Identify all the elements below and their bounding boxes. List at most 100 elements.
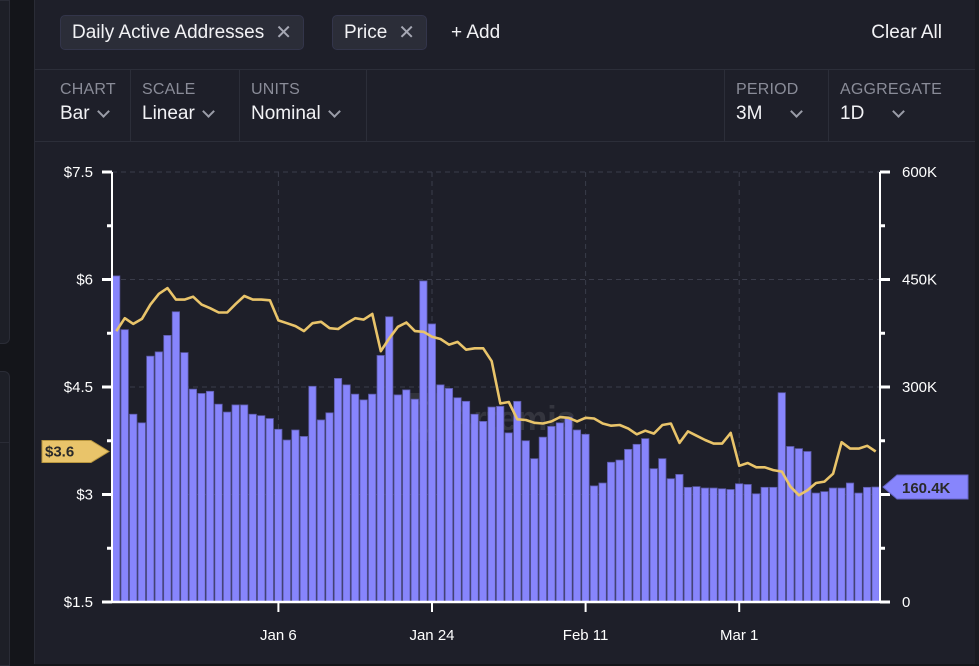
y-right-tick-label: 450K: [902, 272, 937, 289]
daa-bar: [427, 323, 436, 603]
divider: [366, 70, 367, 141]
daa-bar: [274, 428, 283, 603]
close-icon[interactable]: ✕: [275, 23, 292, 43]
daa-bar: [649, 468, 658, 603]
chart-canvas[interactable]: Artemis $1.5$3$4.5$6$7.50150K300K450K600…: [35, 141, 979, 664]
daa-bar: [624, 448, 633, 603]
daa-bar: [461, 400, 471, 603]
daa-bar: [777, 392, 786, 603]
divider: [239, 70, 240, 141]
daa-bar: [786, 446, 795, 603]
daa-bar: [291, 429, 300, 603]
daa-bar: [538, 436, 547, 603]
daa-bar: [487, 406, 496, 603]
y-right-tick-label: 600K: [902, 164, 937, 181]
daa-current-label: 160.4K: [902, 480, 951, 497]
daa-bar: [845, 482, 855, 603]
daa-bar: [555, 422, 564, 603]
daa-bar: [444, 388, 454, 603]
daa-bar: [692, 486, 701, 603]
aggregate-dropdown[interactable]: AGGREGATE 1D: [840, 70, 942, 141]
daa-bar: [436, 384, 445, 603]
daa-bar: [333, 377, 343, 603]
daa-current-marker: 160.4K: [882, 474, 969, 500]
daa-bar: [180, 352, 189, 603]
daa-bar: [837, 487, 846, 603]
daa-bar: [854, 492, 863, 603]
y-left-tick-label: $6: [76, 272, 93, 289]
control-label: PERIOD: [736, 81, 799, 98]
daa-bar: [572, 429, 582, 603]
x-tick-label: Mar 1: [720, 627, 758, 644]
control-value: Bar: [60, 103, 90, 124]
side-card: [0, 0, 10, 344]
daa-bar: [154, 351, 163, 603]
daa-bar: [325, 412, 334, 603]
daa-bar: [513, 400, 522, 603]
daa-bar: [820, 491, 829, 603]
daa-bar: [496, 405, 505, 603]
daa-bar: [521, 440, 530, 603]
daa-bar: [504, 432, 513, 603]
daa-bar: [359, 399, 368, 603]
daa-bar: [658, 458, 667, 603]
control-value: 3M: [736, 103, 763, 124]
daa-bar: [530, 458, 539, 603]
side-card: [0, 371, 10, 666]
chevron-down-icon: [790, 105, 804, 118]
daa-bar: [393, 394, 402, 603]
price-current-label: $3.6: [45, 444, 74, 461]
daa-bar: [205, 390, 215, 603]
daa-bar: [385, 316, 394, 603]
chart-type-dropdown[interactable]: CHART Bar: [60, 70, 116, 141]
chart-controls: CHART Bar SCALE Linear UNITS Nominal PER…: [35, 70, 979, 142]
daa-bar: [453, 397, 462, 603]
daa-bar: [760, 486, 769, 603]
daa-bar: [351, 393, 360, 603]
x-tick-label: Jan 24: [409, 627, 454, 644]
daa-bar: [112, 275, 121, 603]
control-value: Nominal: [251, 103, 321, 124]
price-current-marker: $3.6: [41, 440, 110, 463]
daa-bar: [231, 404, 240, 603]
scale-dropdown[interactable]: SCALE Linear: [142, 70, 215, 141]
y-left-tick-label: $4.5: [64, 379, 93, 396]
daa-bar: [666, 478, 675, 603]
chip-label: Price: [344, 21, 388, 43]
y-left-tick-label: $3: [76, 487, 93, 504]
y-right-tick-label: 0: [902, 594, 910, 611]
clear-all-button[interactable]: Clear All: [871, 22, 942, 44]
control-label: AGGREGATE: [840, 81, 942, 98]
daa-bar: [197, 393, 206, 603]
control-label: UNITS: [251, 81, 300, 98]
daa-bar: [470, 413, 479, 603]
daa-bar: [257, 415, 266, 603]
chevron-down-icon: [892, 105, 906, 118]
daa-bar: [717, 488, 727, 603]
daa-bar: [163, 334, 172, 603]
divider: [724, 70, 725, 141]
daa-bar: [752, 493, 761, 603]
close-icon[interactable]: ✕: [398, 23, 415, 43]
daa-bar: [828, 487, 838, 603]
daa-bar: [871, 486, 880, 603]
daa-bar: [402, 389, 411, 603]
y-left-tick-label: $1.5: [64, 594, 93, 611]
add-metric-button[interactable]: + Add: [451, 22, 500, 44]
daa-bar: [641, 438, 650, 603]
y-left-tick-label: $7.5: [64, 164, 93, 181]
metric-chip-daily-active-addresses[interactable]: Daily Active Addresses ✕: [60, 15, 304, 50]
period-dropdown[interactable]: PERIOD 3M: [736, 70, 816, 141]
daa-bar: [410, 398, 419, 603]
daa-bar: [700, 487, 710, 603]
units-dropdown[interactable]: UNITS Nominal: [251, 70, 341, 141]
daa-bar: [299, 436, 308, 603]
y-right-tick-label: 300K: [902, 379, 937, 396]
metric-chip-price[interactable]: Price ✕: [332, 15, 428, 50]
daa-bar: [120, 329, 129, 603]
daa-bar: [129, 413, 138, 603]
daa-bar: [248, 413, 257, 603]
metric-bar: Daily Active Addresses ✕ Price ✕ + Add C…: [35, 0, 979, 70]
daa-bar: [240, 404, 249, 603]
daa-bar: [598, 482, 607, 603]
